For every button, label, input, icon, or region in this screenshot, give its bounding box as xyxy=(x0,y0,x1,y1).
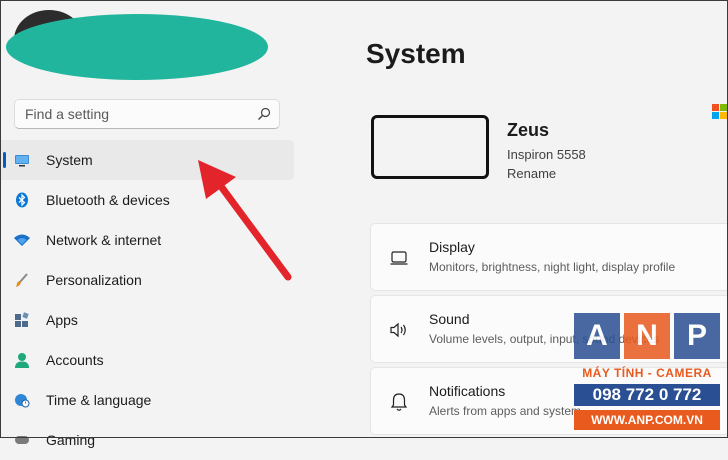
search-input[interactable] xyxy=(15,100,261,128)
card-title: Notifications xyxy=(429,383,506,399)
wifi-icon xyxy=(14,234,30,246)
sidebar-item-bluetooth[interactable]: Bluetooth & devices xyxy=(0,180,294,220)
settings-card-notifications[interactable]: Notifications Alerts from apps and syste… xyxy=(370,367,728,435)
sidebar-item-label: Time & language xyxy=(46,392,152,408)
sidebar: System Bluetooth & devices Network & int… xyxy=(0,0,300,448)
apps-icon xyxy=(15,312,29,327)
sidebar-item-system[interactable]: System xyxy=(0,140,294,180)
sidebar-item-time-language[interactable]: Time & language xyxy=(0,380,294,420)
gamepad-icon xyxy=(15,436,29,444)
sidebar-item-label: Apps xyxy=(46,312,78,328)
card-subtitle: Monitors, brightness, night light, displ… xyxy=(429,260,676,274)
sidebar-item-accounts[interactable]: Accounts xyxy=(0,340,294,380)
card-subtitle: Volume levels, output, input, sound devi… xyxy=(429,332,660,346)
device-name: Zeus xyxy=(507,120,550,140)
microsoft-logo-icon xyxy=(712,104,727,119)
sidebar-item-label: Bluetooth & devices xyxy=(46,192,170,208)
sidebar-item-personalization[interactable]: Personalization xyxy=(0,260,294,300)
sidebar-item-network[interactable]: Network & internet xyxy=(0,220,294,260)
device-thumbnail xyxy=(371,115,489,179)
search-icon[interactable] xyxy=(257,107,271,121)
search-box[interactable] xyxy=(14,99,280,129)
sidebar-item-gaming[interactable]: Gaming xyxy=(0,420,294,460)
rename-link[interactable]: Rename xyxy=(507,166,556,181)
sidebar-item-label: Personalization xyxy=(46,272,142,288)
card-title: Display xyxy=(429,239,475,255)
bell-icon xyxy=(390,393,408,411)
settings-card-sound[interactable]: Sound Volume levels, output, input, soun… xyxy=(370,295,728,363)
card-subtitle: Alerts from apps and system xyxy=(429,404,582,418)
sidebar-item-apps[interactable]: Apps xyxy=(0,300,294,340)
avatar-redaction xyxy=(6,14,268,80)
monitor-icon xyxy=(15,155,29,167)
main-content: System Zeus Inspiron 5558 Rename Display… xyxy=(300,0,728,438)
sidebar-item-label: Gaming xyxy=(46,432,96,448)
globe-clock-icon xyxy=(15,394,30,408)
person-icon xyxy=(15,353,29,368)
sidebar-item-label: Network & internet xyxy=(46,232,162,248)
bluetooth-icon xyxy=(16,192,28,208)
sidebar-item-label: System xyxy=(46,152,93,168)
sidebar-item-label: Accounts xyxy=(46,352,104,368)
brush-icon xyxy=(16,273,28,287)
device-model: Inspiron 5558 xyxy=(507,147,586,162)
page-title: System xyxy=(366,38,466,69)
speaker-icon xyxy=(390,322,406,338)
card-title: Sound xyxy=(429,311,470,327)
display-icon xyxy=(390,251,408,265)
settings-card-display[interactable]: Display Monitors, brightness, night ligh… xyxy=(370,223,728,291)
sidebar-nav: System Bluetooth & devices Network & int… xyxy=(0,140,294,460)
